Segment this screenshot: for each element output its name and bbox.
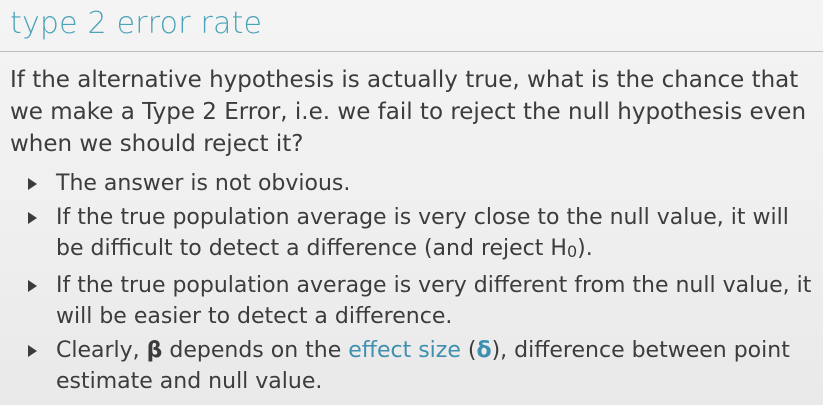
effect-size-term: effect size	[348, 338, 461, 363]
paren-close: )	[491, 338, 501, 363]
bullet-text: If the true population average is very d…	[56, 273, 812, 329]
triangle-right-icon	[28, 212, 37, 224]
bullet-text-end: ).	[577, 236, 593, 261]
slide-title: type 2 error rate	[10, 6, 263, 41]
subscript-zero: 0	[566, 242, 578, 261]
bullet-text: The answer is not obvious.	[56, 171, 351, 196]
bullet-item-3: If the true population average is very d…	[26, 270, 816, 332]
slide: type 2 error rate If the alternative hyp…	[0, 0, 823, 405]
bullet-item-4: Clearly, β depends on the effect size (δ…	[26, 335, 816, 397]
bullet-item-1: The answer is not obvious.	[26, 168, 816, 199]
beta-symbol: β	[146, 338, 163, 363]
bullet-middle: depends on the	[162, 338, 349, 363]
delta-symbol: δ	[476, 338, 492, 363]
title-divider	[0, 51, 823, 52]
bullet-text: If the true population average is very c…	[56, 205, 789, 261]
triangle-right-icon	[28, 178, 37, 190]
bullet-prefix: Clearly,	[56, 338, 147, 363]
bullet-item-2: If the true population average is very c…	[26, 202, 816, 267]
triangle-right-icon	[28, 280, 37, 292]
intro-paragraph: If the alternative hypothesis is actuall…	[10, 67, 807, 157]
paren-open: (	[460, 338, 477, 363]
bullet-list: The answer is not obvious. If the true p…	[26, 168, 816, 400]
triangle-right-icon	[28, 345, 37, 357]
